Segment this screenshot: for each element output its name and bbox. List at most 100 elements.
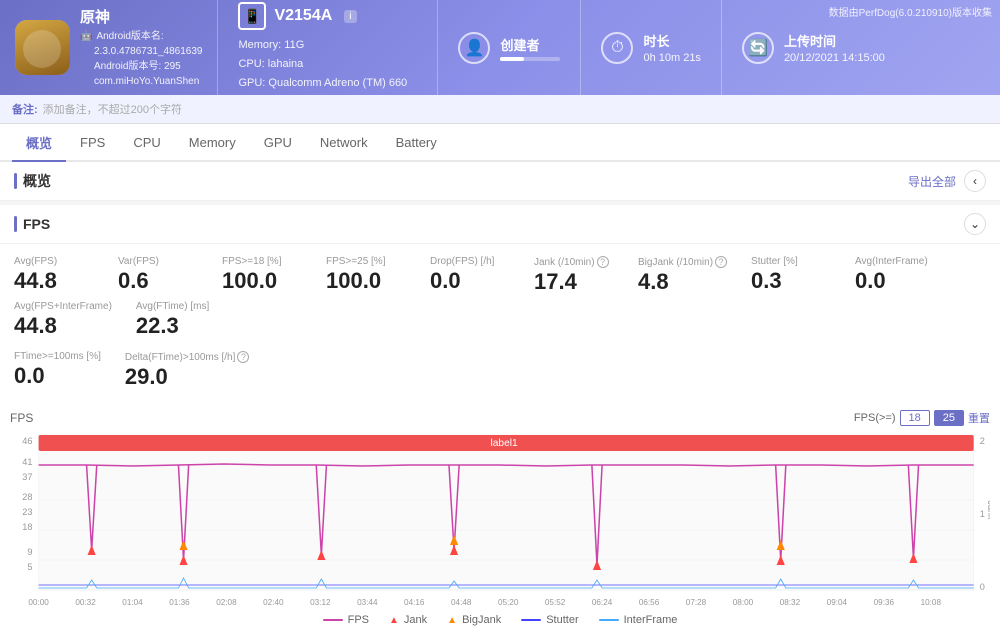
- metric-avg-fps: Avg(FPS) 44.8: [14, 256, 94, 293]
- export-all-button[interactable]: 导出全部: [908, 173, 956, 190]
- legend-jank: ▲ Jank: [389, 614, 427, 626]
- svg-text:02:40: 02:40: [263, 598, 284, 607]
- legend-interframe: InterFrame: [599, 614, 678, 626]
- tab-cpu[interactable]: CPU: [119, 124, 174, 162]
- svg-text:01:36: 01:36: [169, 598, 190, 607]
- overview-header: 概览 导出全部 ‹: [0, 162, 1000, 201]
- metric-var-fps-label: Var(FPS): [118, 256, 198, 267]
- upload-label: 上传时间: [784, 31, 885, 50]
- svg-text:5: 5: [27, 562, 32, 572]
- app-android-sdk: Android版本号: 295: [80, 59, 202, 74]
- metric-avg-fps-value: 44.8: [14, 270, 94, 292]
- legend-fps: FPS: [323, 614, 369, 626]
- metric-avg-ftime-label: Avg(FTime) [ms]: [136, 301, 216, 312]
- legend-interframe-label: InterFrame: [624, 614, 678, 626]
- metric-jank-value: 17.4: [534, 271, 614, 293]
- app-name: 原神: [80, 6, 202, 27]
- metric-avg-fps-interframe: Avg(FPS+InterFrame) 44.8: [14, 301, 112, 337]
- metric-avg-fps-interframe-value: 44.8: [14, 315, 112, 337]
- svg-text:09:04: 09:04: [827, 598, 848, 607]
- fps-section: FPS ⌄ Avg(FPS) 44.8 Var(FPS) 0.6: [0, 205, 1000, 638]
- metric-fps25-value: 100.0: [326, 270, 406, 292]
- metric-jank-label: Jank (/10min) ?: [534, 256, 614, 268]
- tab-memory[interactable]: Memory: [175, 124, 250, 162]
- svg-text:label1: label1: [490, 438, 518, 449]
- metric-fps25-label: FPS>=25 [%]: [326, 256, 406, 267]
- svg-text:03:12: 03:12: [310, 598, 331, 607]
- device-icon: 📱: [238, 2, 266, 30]
- creator-bar: [500, 57, 560, 61]
- app-package: com.miHoYo.YuanShen: [80, 74, 202, 89]
- svg-text:05:52: 05:52: [545, 598, 566, 607]
- svg-text:05:20: 05:20: [498, 598, 519, 607]
- metric-jank: Jank (/10min) ? 17.4: [534, 256, 614, 293]
- metric-bigjank-value: 4.8: [638, 271, 727, 293]
- svg-text:2: 2: [980, 436, 985, 446]
- expand-overview-button[interactable]: ‹: [964, 170, 986, 192]
- metric-delta-ftime: Delta(FTime)>100ms [/h] ? 29.0: [125, 351, 250, 388]
- metric-stutter: Stutter [%] 0.3: [751, 256, 831, 293]
- device-cpu: CPU: lahaina: [238, 55, 417, 74]
- device-memory: Memory: 11G: [238, 36, 417, 55]
- creator-icon: 👤: [458, 32, 490, 64]
- metric-delta-ftime-label: Delta(FTime)>100ms [/h] ?: [125, 351, 250, 363]
- metric-stutter-value: 0.3: [751, 270, 831, 292]
- svg-text:28: 28: [22, 492, 32, 502]
- fps-25-button[interactable]: 25: [934, 410, 964, 426]
- svg-text:06:24: 06:24: [592, 598, 613, 607]
- svg-text:06:56: 06:56: [639, 598, 660, 607]
- metric-drop-fps-value: 0.0: [430, 270, 510, 292]
- svg-text:Jank: Jank: [986, 501, 990, 520]
- data-source-label: 数据由PerfDog(6.0.210910)版本收集: [829, 4, 992, 19]
- svg-text:37: 37: [22, 472, 32, 482]
- main-content: 概览 导出全部 ‹ FPS ⌄ Avg(FPS) 44.8: [0, 162, 1000, 638]
- svg-text:08:32: 08:32: [780, 598, 801, 607]
- svg-text:04:48: 04:48: [451, 598, 472, 607]
- svg-text:04:16: 04:16: [404, 598, 425, 607]
- svg-text:01:04: 01:04: [122, 598, 143, 607]
- app-icon: [15, 20, 70, 75]
- tab-fps[interactable]: FPS: [66, 124, 119, 162]
- metric-delta-ftime-value: 29.0: [125, 366, 250, 388]
- upload-icon: 🔄: [742, 32, 774, 64]
- metric-ftime100: FTime>=100ms [%] 0.0: [14, 351, 101, 388]
- metric-drop-fps: Drop(FPS) [/h] 0.0: [430, 256, 510, 293]
- app-android-version-label: 🤖 Android版本名:: [80, 29, 202, 44]
- metric-drop-fps-label: Drop(FPS) [/h]: [430, 256, 510, 267]
- legend-interframe-color: [599, 619, 619, 621]
- legend-jank-arrow: ▲: [389, 615, 399, 626]
- tab-battery[interactable]: Battery: [382, 124, 451, 162]
- svg-text:00:00: 00:00: [28, 598, 49, 607]
- legend-stutter-label: Stutter: [546, 614, 578, 626]
- metric-fps18: FPS>=18 [%] 100.0: [222, 256, 302, 293]
- svg-text:02:08: 02:08: [216, 598, 237, 607]
- chart-reset-button[interactable]: 重置: [968, 410, 990, 426]
- tab-network[interactable]: Network: [306, 124, 382, 162]
- creator-label: 创建者: [500, 35, 560, 54]
- metric-var-fps-value: 0.6: [118, 270, 198, 292]
- fps-controls: FPS(>=) 18 25 重置: [854, 410, 990, 426]
- metric-var-fps: Var(FPS) 0.6: [118, 256, 198, 293]
- duration-label: 时长: [643, 31, 700, 50]
- device-info-tag[interactable]: i: [344, 10, 356, 23]
- fps-18-button[interactable]: 18: [900, 410, 930, 426]
- notes-hint[interactable]: 添加备注，不超过200个字符: [43, 101, 182, 117]
- app-version-name: 2.3.0.4786731_4861639: [80, 44, 202, 59]
- overview-section: 概览 导出全部 ‹: [0, 162, 1000, 201]
- expand-fps-button[interactable]: ⌄: [964, 213, 986, 235]
- chart-title: FPS: [10, 411, 33, 425]
- svg-text:09:36: 09:36: [874, 598, 895, 607]
- legend-jank-label: Jank: [404, 614, 427, 626]
- bigjank-info-icon[interactable]: ?: [715, 256, 727, 268]
- device-gpu: GPU: Qualcomm Adreno (TM) 660: [238, 74, 417, 93]
- legend-stutter-color: [521, 619, 541, 621]
- fps-chart[interactable]: 46 41 37 28 23 18 9 5 2 1 0 Jank: [10, 430, 990, 610]
- tab-gpu[interactable]: GPU: [250, 124, 306, 162]
- delta-ftime-info-icon[interactable]: ?: [237, 351, 249, 363]
- tab-overview[interactable]: 概览: [12, 124, 66, 162]
- chart-legend: FPS ▲ Jank ▲ BigJank Stutter: [10, 610, 990, 630]
- legend-bigjank-label: BigJank: [462, 614, 501, 626]
- fps-chart-container: FPS FPS(>=) 18 25 重置 46 41: [0, 402, 1000, 638]
- jank-info-icon[interactable]: ?: [597, 256, 609, 268]
- svg-text:03:44: 03:44: [357, 598, 378, 607]
